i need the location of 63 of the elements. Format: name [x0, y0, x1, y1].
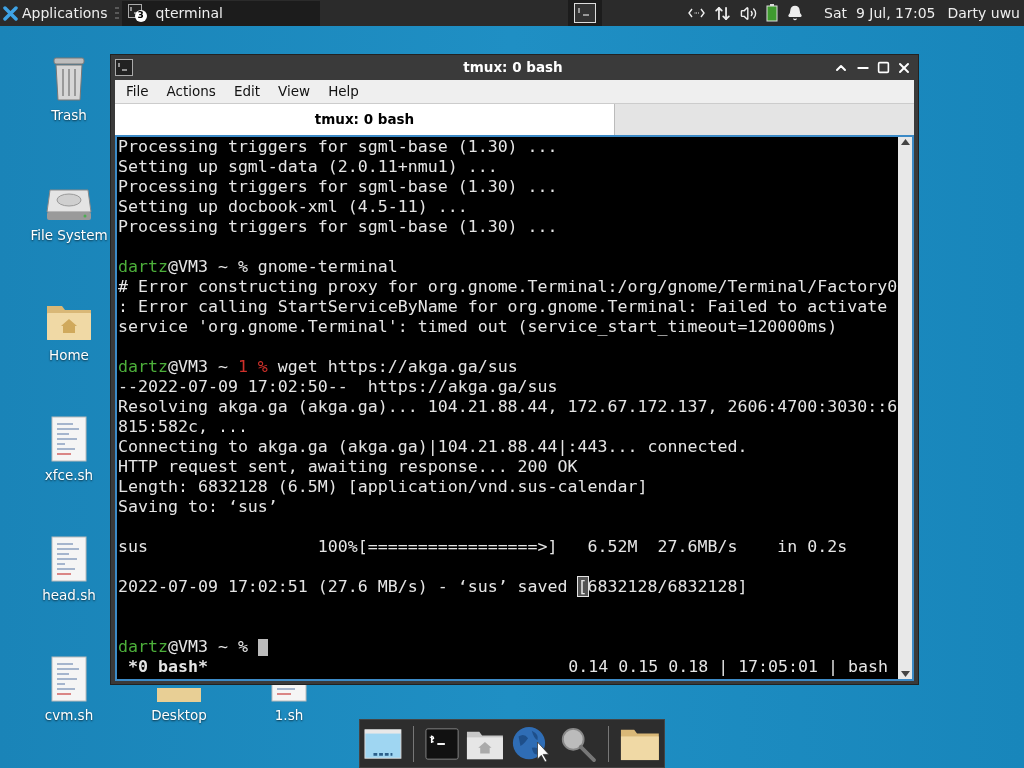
applications-menu[interactable]: Applications — [0, 0, 112, 26]
terminal-line: : Error calling StartServiceByName for org.gnome.Terminal: Failed to activate — [118, 297, 888, 317]
desktop-icon-label[interactable]: 1.sh — [274, 705, 304, 726]
terminal-line: HTTP request sent, awaiting response... 200 OK — [118, 457, 578, 477]
desktop-icon-label[interactable]: Trash — [51, 105, 87, 126]
terminal-icon — [115, 59, 133, 76]
hard-drive-icon — [46, 186, 92, 222]
terminal-line: Processing triggers for sgml-base (1.30) ... — [118, 217, 558, 237]
terminal-line: Setting up sgml-data (2.0.11+nmu1) ... — [118, 157, 498, 177]
drag-handle-icon[interactable] — [114, 7, 119, 19]
network-icon[interactable] — [688, 8, 706, 18]
terminal-line: Length: 6832128 (6.5M) [application/vnd.sus-calendar] — [118, 477, 648, 497]
user-name[interactable]: Darty uwu — [947, 2, 1020, 24]
text-file-icon — [51, 656, 87, 702]
scroll-up-icon[interactable] — [900, 139, 910, 145]
terminal-line: # Error constructing proxy for org.gnome.Terminal:/org/gnome/Terminal/Factory0 — [118, 277, 898, 297]
desktop-icon-label[interactable]: File System — [30, 225, 108, 246]
folder-icon — [157, 688, 201, 702]
terminal-line: dartz@VM3 ~ 1 % wget https://akga.ga/sus — [118, 357, 518, 377]
trash-icon — [51, 56, 87, 102]
desktop-icon-label[interactable]: xfce.sh — [44, 465, 94, 486]
terminal-icon[interactable] — [424, 726, 459, 761]
terminal-line: Connecting to akga.ga (akga.ga)|104.21.88.44|:443... connected. — [118, 437, 748, 457]
terminal-line: sus 100%[=================>] 6.52M 27.6MB/s in 0.2s — [118, 537, 848, 557]
terminal-line: Resolving akga.ga (akga.ga)... 104.21.88.44, 172.67.172.137, 2606:4700:3030::6 — [118, 397, 898, 417]
terminal-line: Processing triggers for sgml-base (1.30) ... — [118, 137, 558, 157]
tab[interactable]: tmux: 0 bash — [115, 104, 615, 135]
desktop-icon-label[interactable]: cvm.sh — [44, 705, 94, 726]
terminal-line: Processing triggers for sgml-base (1.30) ... — [118, 177, 558, 197]
tmux-window-label: *0 bash* — [128, 657, 208, 677]
x-logo-icon — [3, 5, 18, 21]
scrollbar[interactable] — [898, 137, 912, 679]
terminal-icon — [127, 4, 142, 18]
desktop-icon-label[interactable]: Desktop — [151, 705, 207, 726]
volume-icon[interactable] — [740, 4, 758, 22]
menu-item[interactable]: Edit — [233, 81, 261, 102]
terminal-line: dartz@VM3 ~ % — [118, 637, 249, 657]
terminal-line: service 'org.gnome.Terminal': timed out (service_start_timeout=120000ms) — [118, 317, 838, 337]
transfer-icon[interactable] — [714, 4, 732, 22]
terminal-line: --2022-07-09 17:02:50-- https://akga.ga/sus — [118, 377, 558, 397]
scroll-down-icon[interactable] — [900, 671, 910, 677]
clock[interactable]: Sat 9 Jul, 17:05 — [824, 2, 936, 24]
terminal-line: Saving to: ‘sus’ — [118, 497, 278, 517]
workspace-icon[interactable] — [573, 3, 596, 23]
menu-item[interactable]: File — [126, 81, 149, 102]
menu-item[interactable]: View — [278, 81, 311, 102]
terminal-line: 815:582c, ... — [118, 417, 248, 437]
tmux-status: 0.14 0.15 0.18 | 17:05:01 | bash — [568, 657, 888, 677]
menu-item[interactable]: Help — [328, 81, 359, 102]
menu-item[interactable]: Actions — [166, 81, 216, 102]
text-file-icon — [51, 536, 87, 582]
desktop-icon-label[interactable]: head.sh — [42, 585, 96, 606]
show-desktop-icon[interactable] — [364, 726, 402, 761]
window-title: tmux: 0 bash — [462, 58, 564, 78]
maximize-button[interactable] — [877, 61, 890, 74]
terminal-line: 2022-07-09 17:02:51 (27.6 MB/s) - ‘sus’ saved [6832128/6832128] — [118, 577, 748, 597]
notification-icon[interactable] — [787, 5, 804, 21]
desktop-icon-label[interactable]: Home — [49, 345, 89, 366]
terminal-line: Setting up docbook-xml (4.5-11) ... — [118, 197, 468, 217]
text-file-icon — [51, 416, 87, 462]
terminal-line: dartz@VM3 ~ % gnome-terminal — [118, 257, 398, 277]
battery-icon[interactable] — [766, 4, 779, 22]
taskbar-button[interactable]: 3 qterminal — [121, 0, 320, 26]
